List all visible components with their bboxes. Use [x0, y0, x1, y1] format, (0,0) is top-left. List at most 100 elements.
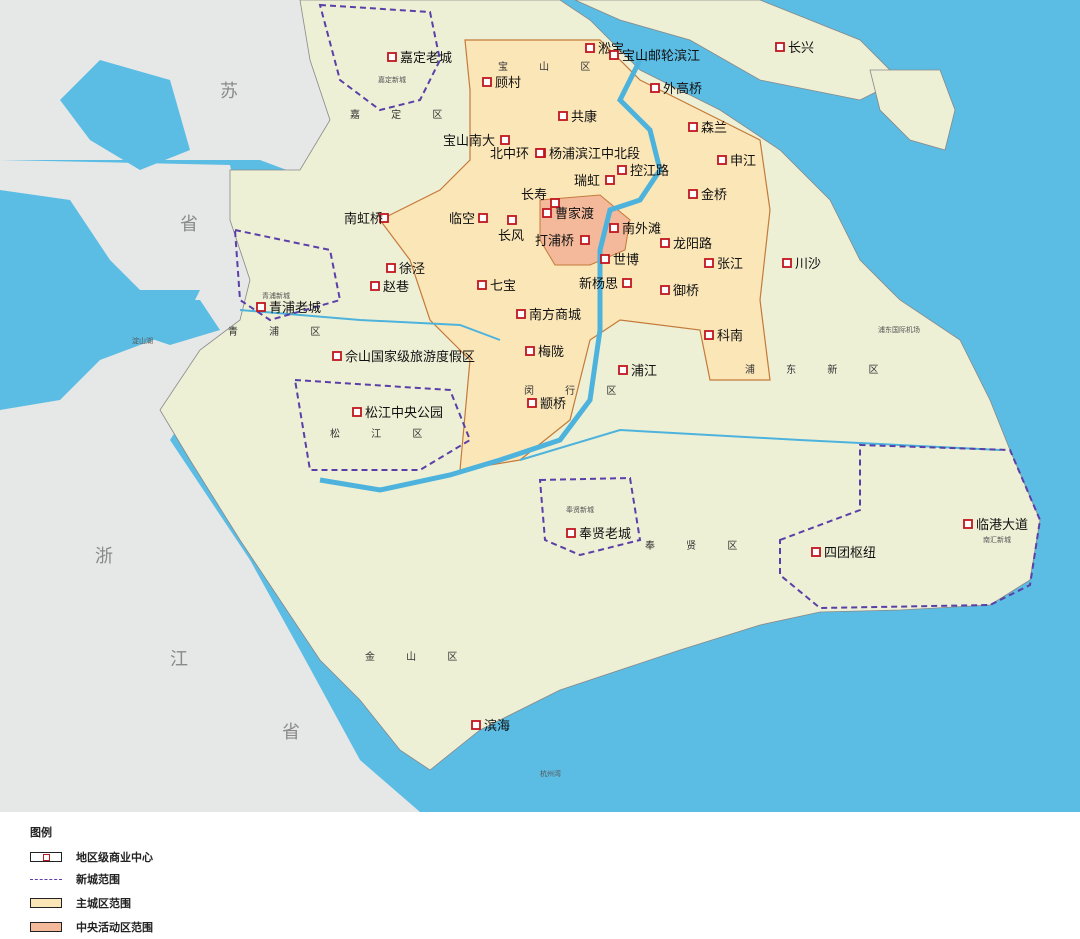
center-marker [478, 213, 488, 223]
center-label: 世博 [613, 253, 639, 268]
center-label: 长寿 [521, 188, 547, 203]
center-label: 杨浦滨江中北段 [549, 146, 640, 162]
center-label: 嘉定老城 [400, 51, 452, 66]
center-marker [704, 330, 714, 340]
label-airport: 浦东国际机场 [878, 325, 920, 334]
center-marker [688, 122, 698, 132]
center-label: 颛桥 [540, 397, 566, 412]
center-label: 川沙 [795, 257, 821, 272]
center-label: 张江 [717, 257, 743, 272]
district-baoshan: 宝 山 区 [498, 60, 604, 73]
center-marker [542, 208, 552, 218]
center-label: 瑞虹 [574, 174, 600, 189]
center-label: 打浦桥 [535, 234, 574, 249]
center-marker [352, 407, 362, 417]
district-jinshan: 金 山 区 [365, 650, 471, 663]
label-qingpu-newcity: 青浦新城 [262, 291, 290, 300]
province-zhejiang-2: 江 [170, 649, 188, 670]
legend-newcity-swatch [30, 878, 62, 880]
district-fengxian: 奉 贤 区 [645, 539, 751, 552]
center-label: 青浦老城 [269, 301, 321, 316]
center-marker [507, 215, 517, 225]
map-canvas[interactable]: 宝 山 区 嘉 定 区 青 浦 区 松 江 区 闵 行 区 浦 东 新 区 奉 … [0, 0, 1080, 812]
center-label: 金桥 [701, 187, 727, 203]
label-fengxian-newcity: 奉贤新城 [566, 505, 594, 514]
center-label: 长兴 [788, 41, 814, 56]
province-zhejiang-1: 浙 [95, 546, 113, 567]
center-marker [525, 346, 535, 356]
label-dianshan-lake: 淀山湖 [132, 336, 153, 345]
district-pudong: 浦 东 新 区 [745, 363, 893, 376]
legend: 图例 地区级商业中心 新城范围 主城区范围 中央活动区范围 [0, 812, 1080, 939]
center-marker [782, 258, 792, 268]
center-label: 北中环 [490, 147, 529, 162]
center-marker [609, 223, 619, 233]
label-nanhui-newcity: 南汇新城 [983, 535, 1011, 544]
legend-title: 图例 [30, 826, 52, 839]
center-marker [482, 77, 492, 87]
center-label: 赵巷 [383, 280, 409, 295]
center-marker [477, 280, 487, 290]
center-marker [600, 254, 610, 264]
province-zhejiang-3: 省 [282, 722, 300, 743]
center-marker [650, 83, 660, 93]
legend-item-cbd: 中央活动区范围 [30, 918, 153, 936]
center-label: 长风 [498, 229, 524, 244]
center-label: 宝山邮轮滨江 [622, 48, 700, 64]
legend-item-center: 地区级商业中心 [30, 848, 153, 866]
center-label: 浦江 [631, 364, 657, 379]
center-label: 奉贤老城 [579, 527, 631, 542]
center-marker [580, 235, 590, 245]
center-marker [550, 198, 560, 208]
center-marker [516, 309, 526, 319]
center-marker [370, 281, 380, 291]
center-marker [704, 258, 714, 268]
legend-newcity-label: 新城范围 [76, 873, 120, 886]
center-label: 佘山国家级旅游度假区 [345, 349, 475, 365]
legend-cbd-label: 中央活动区范围 [76, 921, 153, 934]
center-label: 宝山南大 [443, 133, 495, 149]
center-label: 外高桥 [663, 81, 702, 97]
center-marker [527, 398, 537, 408]
center-label: 临空 [449, 212, 475, 227]
center-marker [618, 365, 628, 375]
center-label: 松江中央公园 [365, 406, 443, 421]
center-marker [535, 148, 545, 158]
province-jiangsu-1: 苏 [220, 81, 238, 102]
center-marker [660, 285, 670, 295]
center-marker [387, 52, 397, 62]
center-label: 梅陇 [538, 345, 564, 360]
legend-item-newcity: 新城范围 [30, 870, 120, 888]
center-marker [688, 189, 698, 199]
center-label: 御桥 [673, 284, 699, 299]
legend-main-city-label: 主城区范围 [76, 897, 131, 910]
center-marker [500, 135, 510, 145]
center-label: 南虹桥 [344, 211, 383, 227]
center-marker [622, 278, 632, 288]
district-songjiang: 松 江 区 [330, 427, 436, 440]
center-label: 南方商城 [529, 307, 581, 323]
center-marker [605, 175, 615, 185]
center-label: 四团枢纽 [824, 546, 876, 561]
center-label: 七宝 [490, 279, 516, 294]
center-marker [256, 302, 266, 312]
center-marker [609, 50, 619, 60]
center-label: 森兰 [701, 121, 727, 136]
label-jiading-newcity: 嘉定新城 [378, 75, 406, 84]
center-marker [775, 42, 785, 52]
center-label: 南外滩 [622, 221, 661, 237]
district-jiading: 嘉 定 区 [350, 108, 456, 121]
center-label: 滨海 [484, 718, 510, 734]
center-label: 新杨思 [579, 276, 618, 292]
center-label: 申江 [730, 154, 756, 169]
legend-center-swatch [30, 852, 62, 862]
center-label: 科南 [717, 328, 743, 344]
center-label: 曹家渡 [555, 206, 594, 222]
center-marker [717, 155, 727, 165]
legend-item-main-city: 主城区范围 [30, 894, 131, 912]
center-label: 顾村 [495, 76, 521, 91]
center-label: 控江路 [630, 163, 669, 179]
province-jiangsu-2: 省 [180, 214, 198, 235]
legend-main-city-swatch [30, 898, 62, 908]
center-marker [660, 238, 670, 248]
